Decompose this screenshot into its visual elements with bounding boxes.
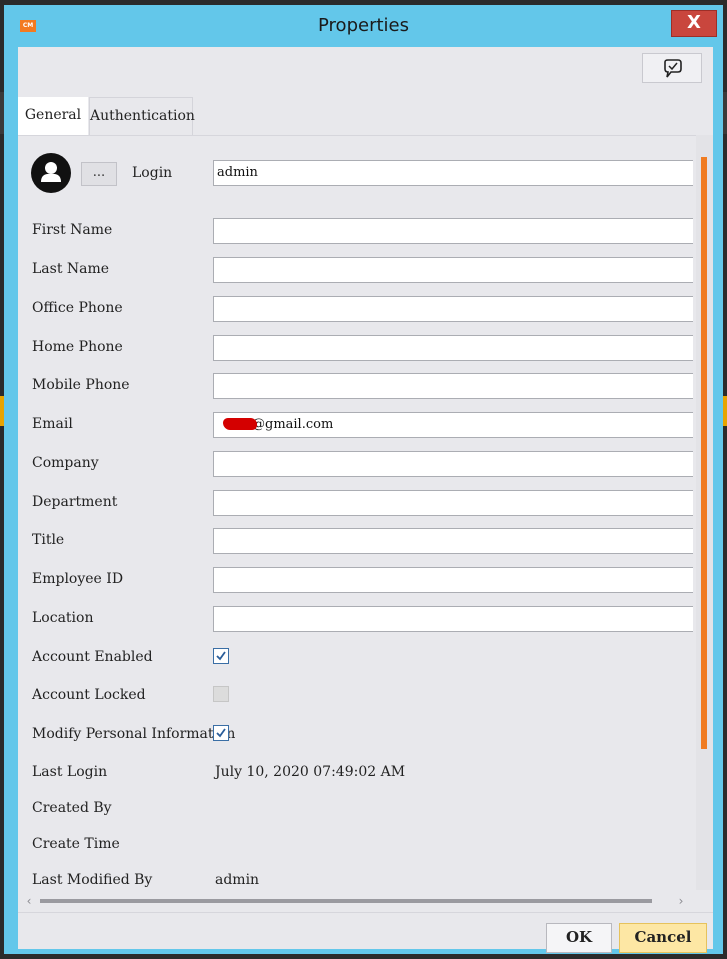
location-label: Location — [32, 610, 94, 626]
employee-id-label: Employee ID — [32, 571, 124, 587]
location-field[interactable] — [213, 606, 693, 632]
company-label: Company — [32, 455, 99, 471]
account-locked-checkbox[interactable] — [213, 686, 229, 702]
title-field[interactable] — [213, 528, 693, 554]
office-phone-field[interactable] — [213, 296, 693, 322]
dialog-footer: OK Cancel — [18, 912, 713, 953]
last-name-label: Last Name — [32, 261, 110, 277]
horizontal-scroll-thumb[interactable] — [40, 899, 652, 903]
email-value: @gmail.com — [252, 417, 334, 432]
company-field[interactable] — [213, 451, 693, 477]
last-name-field[interactable] — [213, 257, 693, 283]
title-label: Title — [32, 532, 65, 548]
scroll-right-icon[interactable]: › — [674, 892, 688, 910]
mobile-phone-field[interactable] — [213, 373, 693, 399]
email-label: Email — [32, 416, 73, 432]
feedback-button[interactable] — [642, 53, 702, 83]
department-label: Department — [32, 494, 118, 510]
general-panel: ... Login admin First Name Last Name Off… — [18, 135, 696, 891]
email-field[interactable]: @gmail.com — [213, 412, 693, 438]
last-modified-by-label: Last Modified By — [32, 872, 153, 888]
login-field[interactable]: admin — [213, 160, 693, 186]
title-bar[interactable]: CM Properties X — [4, 5, 723, 47]
modify-personal-info-label: Modify Personal Information — [32, 726, 236, 742]
close-button[interactable]: X — [671, 10, 717, 37]
last-login-label: Last Login — [32, 764, 108, 780]
created-by-label: Created By — [32, 800, 112, 816]
office-phone-label: Office Phone — [32, 300, 123, 316]
dialog-title: Properties — [318, 15, 409, 36]
redaction-mark — [223, 418, 257, 430]
scroll-left-icon[interactable]: ‹ — [22, 892, 36, 910]
create-time-label: Create Time — [32, 836, 120, 852]
checkmark-icon — [216, 651, 226, 661]
dialog-client-area: General Authentication ... Login admin F… — [18, 47, 713, 953]
tab-general[interactable]: General — [18, 97, 88, 135]
first-name-field[interactable] — [213, 218, 693, 244]
last-modified-by-value: admin — [215, 872, 260, 888]
last-login-value: July 10, 2020 07:49:02 AM — [215, 764, 406, 780]
account-locked-label: Account Locked — [32, 687, 146, 703]
department-field[interactable] — [213, 490, 693, 516]
home-phone-label: Home Phone — [32, 339, 123, 355]
employee-id-field[interactable] — [213, 567, 693, 593]
account-enabled-checkbox[interactable] — [213, 648, 229, 664]
ok-button[interactable]: OK — [546, 923, 612, 953]
mobile-phone-label: Mobile Phone — [32, 377, 130, 393]
browse-avatar-button[interactable]: ... — [81, 162, 117, 186]
properties-dialog: CM Properties X General Authentication .… — [4, 5, 723, 954]
checkmark-icon — [216, 728, 226, 738]
tab-authentication[interactable]: Authentication — [89, 97, 195, 135]
login-label: Login — [132, 165, 173, 181]
vertical-scrollbar[interactable] — [696, 135, 713, 890]
first-name-label: First Name — [32, 222, 113, 238]
home-phone-field[interactable] — [213, 335, 693, 361]
speech-bubble-icon — [664, 59, 682, 78]
modify-personal-info-checkbox[interactable] — [213, 725, 229, 741]
tab-strip: General Authentication — [18, 97, 713, 135]
vertical-scroll-thumb[interactable] — [701, 157, 707, 749]
user-avatar-icon — [31, 153, 71, 193]
horizontal-scrollbar[interactable]: ‹ › — [18, 890, 696, 912]
account-enabled-label: Account Enabled — [32, 649, 153, 665]
cancel-button[interactable]: Cancel — [619, 923, 707, 953]
